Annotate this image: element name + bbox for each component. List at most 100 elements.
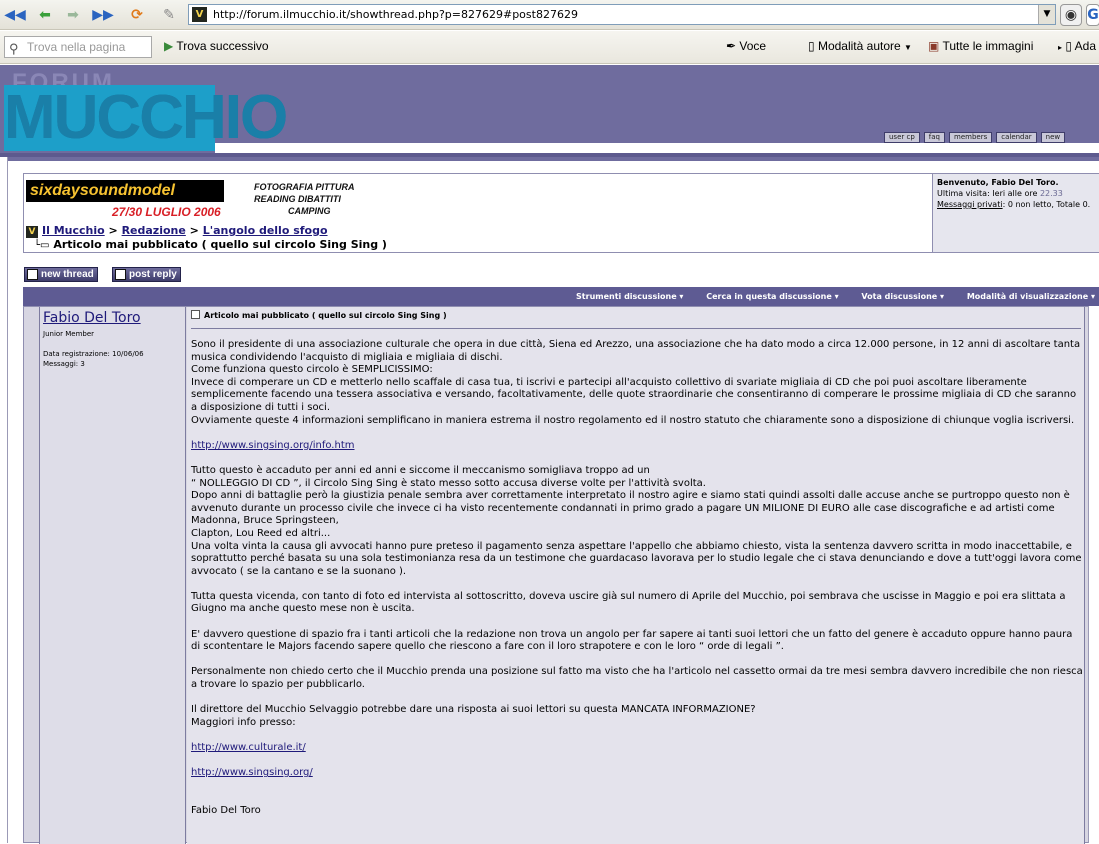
pen-icon: ✒ bbox=[726, 39, 737, 53]
post-paragraph: Clapton, Lou Reed ed altri... bbox=[191, 527, 331, 539]
nav-new-button[interactable]: new bbox=[1040, 132, 1066, 143]
truncated-toolbar-item[interactable]: ▸ ▯ Ada bbox=[1058, 39, 1096, 53]
breadcrumb-home-link[interactable]: Il Mucchio bbox=[42, 224, 105, 237]
post-reply-icon bbox=[115, 269, 126, 280]
page-frame-left bbox=[0, 157, 8, 843]
truncated-item-label: Ada bbox=[1074, 39, 1096, 53]
voice-button[interactable]: ✒ Voce bbox=[726, 39, 766, 53]
banner-logo: sixdaysoundmodel bbox=[26, 180, 224, 202]
culturale-link[interactable]: http://www.culturale.it/ bbox=[191, 742, 306, 753]
images-icon: ▣ bbox=[928, 39, 940, 53]
nav-usercp-button[interactable]: user cp bbox=[884, 132, 920, 143]
all-images-button[interactable]: ▣ Tutte le immagini bbox=[928, 39, 1033, 53]
find-placeholder: Trova nella pagina bbox=[27, 40, 126, 54]
logo-main-text: MUCCHIO bbox=[4, 83, 288, 152]
singsing-link[interactable]: http://www.singsing.org/ bbox=[191, 767, 313, 778]
header-divider bbox=[0, 153, 1099, 157]
post-reply-button[interactable]: post reply bbox=[112, 267, 181, 282]
banner-date: 27/30 LUGLIO 2006 bbox=[112, 205, 221, 219]
breadcrumb-sfogo-link[interactable]: L'angolo dello sfogo bbox=[203, 224, 328, 237]
rate-thread-menu[interactable]: Vota discussione ▾ bbox=[851, 292, 944, 301]
post-paragraph: Il direttore del Mucchio Selvaggio potre… bbox=[191, 704, 756, 716]
find-input[interactable]: ⚲ Trova nella pagina bbox=[4, 36, 152, 58]
post-paragraph: Invece di comperare un CD e metterlo nel… bbox=[191, 376, 1077, 413]
find-next-label: Trova successivo bbox=[176, 39, 269, 53]
post-title-text: Articolo mai pubblicato ( quello sul cir… bbox=[204, 311, 447, 320]
site-favicon-icon: V bbox=[192, 7, 207, 22]
nav-calendar-button[interactable]: calendar bbox=[996, 132, 1037, 143]
post-paragraph: E' davvero questione di spazio fra i tan… bbox=[191, 628, 1073, 653]
forum-home-icon[interactable]: V bbox=[26, 226, 38, 238]
post-body: Sono il presidente di una associazione c… bbox=[191, 339, 1083, 830]
nav-faq-button[interactable]: faq bbox=[923, 132, 945, 143]
post-paragraph: Tutta questa vicenda, con tanto di foto … bbox=[191, 590, 1066, 615]
author-mode-button[interactable]: ▯ Modalità autore ▼ bbox=[808, 39, 912, 53]
post-container: Fabio Del Toro Junior Member Data regist… bbox=[23, 306, 1099, 844]
author-name-link[interactable]: Fabio Del Toro bbox=[43, 310, 141, 326]
current-thread-label: Articolo mai pubblicato ( quello sul cir… bbox=[53, 238, 387, 251]
forum-header: FORUM MUCCHIO user cp faq members calend… bbox=[0, 65, 1099, 161]
back-green-icon[interactable]: ⬅ bbox=[34, 4, 56, 26]
last-visit-label: Ultima visita: Ieri alle ore bbox=[937, 189, 1038, 198]
post-divider bbox=[191, 328, 1081, 329]
browser-toolbar: ◀◀ ⬅ ➡ ▶▶ ⟳ ✎ V http://forum.ilmucchio.i… bbox=[0, 0, 1099, 30]
nav-members-button[interactable]: members bbox=[949, 132, 993, 143]
url-text: http://forum.ilmucchio.it/showthread.php… bbox=[213, 8, 578, 21]
all-images-label: Tutte le immagini bbox=[942, 39, 1034, 53]
navbar: sixdaysoundmodel 27/30 LUGLIO 2006 FOTOG… bbox=[23, 173, 1099, 253]
event-banner[interactable]: sixdaysoundmodel 27/30 LUGLIO 2006 FOTOG… bbox=[26, 176, 400, 222]
thread-tools-menu[interactable]: Strumenti discussione ▾ bbox=[566, 292, 683, 301]
post-signature: Fabio Del Toro bbox=[191, 804, 261, 816]
singsing-info-link[interactable]: http://www.singsing.org/info.htm bbox=[191, 440, 355, 451]
post-paragraph: Tutto questo è accaduto per anni ed anni… bbox=[191, 464, 650, 476]
author-mode-label: Modalità autore bbox=[817, 39, 901, 53]
post-author-panel: Fabio Del Toro Junior Member Data regist… bbox=[39, 307, 186, 844]
search-thread-menu[interactable]: Cerca in questa discussione ▾ bbox=[696, 292, 838, 301]
document-icon: ▯ bbox=[1065, 39, 1072, 53]
find-next-button[interactable]: ▶ Trova successivo bbox=[164, 39, 269, 53]
search-engine-icon[interactable]: G bbox=[1086, 4, 1099, 26]
reload-icon[interactable]: ⟳ bbox=[126, 4, 148, 26]
post-paragraph: Come funziona questo circolo è SEMPLICIS… bbox=[191, 364, 433, 376]
post-paragraph: Personalmente non chiedo certo che il Mu… bbox=[191, 666, 1083, 691]
private-messages-status: : 0 non letto, Totale 0. bbox=[1002, 200, 1091, 209]
display-mode-menu[interactable]: Modalità di visualizzazione ▾ bbox=[957, 292, 1095, 301]
breadcrumb: V Il Mucchio > Redazione > L'angolo dello… bbox=[26, 224, 328, 238]
post-paragraph: Maggiori info presso: bbox=[191, 716, 296, 728]
header-nav: user cp faq members calendar new bbox=[884, 132, 1066, 143]
author-rank: Junior Member bbox=[43, 330, 95, 338]
play-icon: ▶ bbox=[164, 39, 174, 53]
private-messages-link[interactable]: Messaggi privati bbox=[937, 200, 1003, 209]
banner-line-3: CAMPING bbox=[288, 206, 331, 216]
forward-green-icon[interactable]: ➡ bbox=[62, 4, 84, 26]
post-paragraph: Sono il presidente di una associazione c… bbox=[191, 339, 1081, 363]
breadcrumb-separator: > bbox=[189, 224, 199, 237]
site-logo[interactable]: FORUM MUCCHIO bbox=[0, 65, 288, 161]
author-message-count: Messaggi: 3 bbox=[43, 360, 85, 368]
banner-line-2: READING DIBATTITI bbox=[254, 194, 341, 204]
post-paragraph: Dopo anni di battaglie però la giustizia… bbox=[191, 490, 1070, 527]
welcome-text: Benvenuto, Fabio Del Toro. bbox=[937, 178, 1059, 187]
new-thread-button[interactable]: new thread bbox=[24, 267, 98, 282]
search-icon: ⚲ bbox=[9, 41, 19, 56]
thread-tools-bar: Strumenti discussione ▾ Cerca in questa … bbox=[23, 287, 1099, 306]
post-reply-label: post reply bbox=[129, 269, 177, 280]
back-icon[interactable]: ◀◀ bbox=[4, 4, 26, 26]
edit-icon[interactable]: ✎ bbox=[158, 4, 180, 26]
address-bar[interactable]: V http://forum.ilmucchio.it/showthread.p… bbox=[188, 4, 1056, 25]
user-welcome-box: Benvenuto, Fabio Del Toro. Ultima visita… bbox=[932, 174, 1099, 252]
go-icon[interactable]: ◉ bbox=[1060, 4, 1082, 26]
page-frame-right bbox=[1088, 306, 1099, 843]
header-strip bbox=[215, 143, 1099, 153]
chevron-right-icon: ▸ bbox=[1058, 43, 1063, 52]
url-dropdown-icon[interactable]: ▼ bbox=[1038, 5, 1055, 24]
banner-topics: FOTOGRAFIA PITTURA READING DIBATTITI CAM… bbox=[254, 181, 355, 217]
find-bar: ⚲ Trova nella pagina ▶ Trova successivo … bbox=[0, 31, 1099, 64]
post-paragraph: “ NOLLEGGIO DI CD ”, il Circolo Sing Sin… bbox=[191, 477, 706, 489]
last-visit-time: 22.33 bbox=[1039, 189, 1063, 198]
folder-icon: └▭ bbox=[34, 240, 50, 251]
post-title: Articolo mai pubblicato ( quello sul cir… bbox=[191, 310, 447, 320]
author-meta: Junior Member Data registrazione: 10/06/… bbox=[43, 329, 144, 369]
fast-forward-icon[interactable]: ▶▶ bbox=[92, 4, 114, 26]
breadcrumb-redazione-link[interactable]: Redazione bbox=[122, 224, 186, 237]
